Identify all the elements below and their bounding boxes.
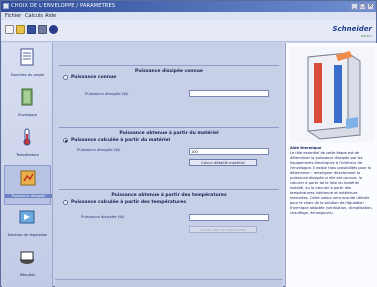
main-panel: Puissance dissipée connue Puissance conn…: [55, 43, 283, 287]
radio-label: Puissance calculée à partir des températ…: [71, 200, 187, 205]
application-window: CHOIX DE L'ENVELOPPE / PARAMETRES _ □ × …: [0, 0, 377, 287]
status-bar: [55, 279, 283, 287]
help-icon[interactable]: [49, 25, 58, 34]
help-text-block: Aide thermique Le rôle essentiel de cett…: [290, 146, 374, 216]
radio-label: Puissance calculée à partir du matériel: [71, 138, 171, 143]
open-icon[interactable]: [16, 25, 25, 34]
sidebar-item-label: Données du projet: [10, 73, 45, 77]
window-title: CHOIX DE L'ENVELOPPE / PARAMETRES: [11, 3, 116, 9]
field-label: Puissance dissipée (W): [81, 214, 125, 219]
sidebar-item-power[interactable]: Puissance dissipée: [4, 165, 52, 205]
temperature-calc-button[interactable]: Calcul des températures: [189, 226, 257, 233]
minimize-button[interactable]: _: [351, 3, 358, 10]
field-label: Puissance dissipée (W): [85, 91, 129, 96]
section-title: Puissance obtenue à partir du matériel: [119, 131, 219, 136]
toolbar: Schneider Electric: [1, 20, 376, 42]
maximize-button[interactable]: □: [359, 3, 366, 10]
save-icon[interactable]: [27, 25, 36, 34]
sidebar-item-result[interactable]: Résultat: [4, 245, 51, 285]
section-known-power: Puissance dissipée connue Puissance conn…: [59, 65, 279, 113]
material-power-input[interactable]: [189, 148, 269, 155]
detailed-calc-button[interactable]: Calcul détaillé matériel: [189, 159, 257, 166]
help-panel: Aide thermique Le rôle essentiel de cett…: [285, 43, 377, 287]
print-icon[interactable]: [38, 25, 47, 34]
close-button[interactable]: ×: [367, 3, 374, 10]
enclosure-illustration: [290, 47, 374, 143]
field-label: Puissance dissipée (W): [77, 147, 121, 152]
enclosure-icon: [21, 88, 33, 106]
radio-material-power[interactable]: [63, 138, 68, 143]
title-bar: CHOIX DE L'ENVELOPPE / PARAMETRES _ □ ×: [1, 1, 376, 12]
temperature-power-input[interactable]: [189, 214, 269, 221]
menu-calculs[interactable]: Calculs: [25, 13, 43, 19]
thermometer-icon: [23, 128, 31, 146]
regulation-icon: [19, 210, 35, 224]
known-power-input[interactable]: [189, 90, 269, 97]
brand-logo: Schneider Electric: [328, 24, 372, 38]
sidebar-item-label: Température: [16, 153, 39, 157]
help-text: Le rôle essentiel de cette étape est de …: [290, 151, 373, 215]
brand-name: Schneider: [332, 25, 372, 33]
menu-bar: Fichier Calculs Aide: [1, 12, 376, 20]
sidebar: Données du projet Enveloppe Température …: [2, 43, 53, 287]
result-icon: [20, 251, 34, 264]
section-material-power: Puissance obtenue à partir du matériel P…: [59, 127, 279, 183]
brand-sub: Electric: [360, 34, 372, 38]
sidebar-item-regulation[interactable]: Solution de régulation: [4, 205, 51, 245]
radio-known-power[interactable]: [63, 75, 68, 80]
sidebar-item-label: Solution de régulation: [7, 233, 48, 237]
power-icon: [20, 170, 36, 186]
sidebar-item-label: Puissance dissipée: [5, 194, 52, 198]
section-temperature-power: Puissance obtenue à partir des températu…: [59, 189, 279, 249]
app-icon: [3, 3, 9, 9]
new-icon[interactable]: [5, 25, 14, 34]
radio-temperature-power[interactable]: [63, 200, 68, 205]
menu-file[interactable]: Fichier: [5, 13, 21, 19]
sidebar-item-project[interactable]: Données du projet: [4, 45, 51, 85]
section-title: Puissance obtenue à partir des températu…: [111, 193, 227, 198]
menu-help[interactable]: Aide: [45, 13, 56, 19]
sidebar-item-label: Résultat: [20, 273, 35, 277]
section-title: Puissance dissipée connue: [135, 69, 203, 74]
sidebar-item-enclosure[interactable]: Enveloppe: [4, 85, 51, 125]
sidebar-item-label: Enveloppe: [18, 113, 37, 117]
sidebar-item-temperature[interactable]: Température: [4, 125, 51, 165]
radio-label: Puissance connue: [71, 75, 117, 80]
document-icon: [20, 48, 34, 66]
